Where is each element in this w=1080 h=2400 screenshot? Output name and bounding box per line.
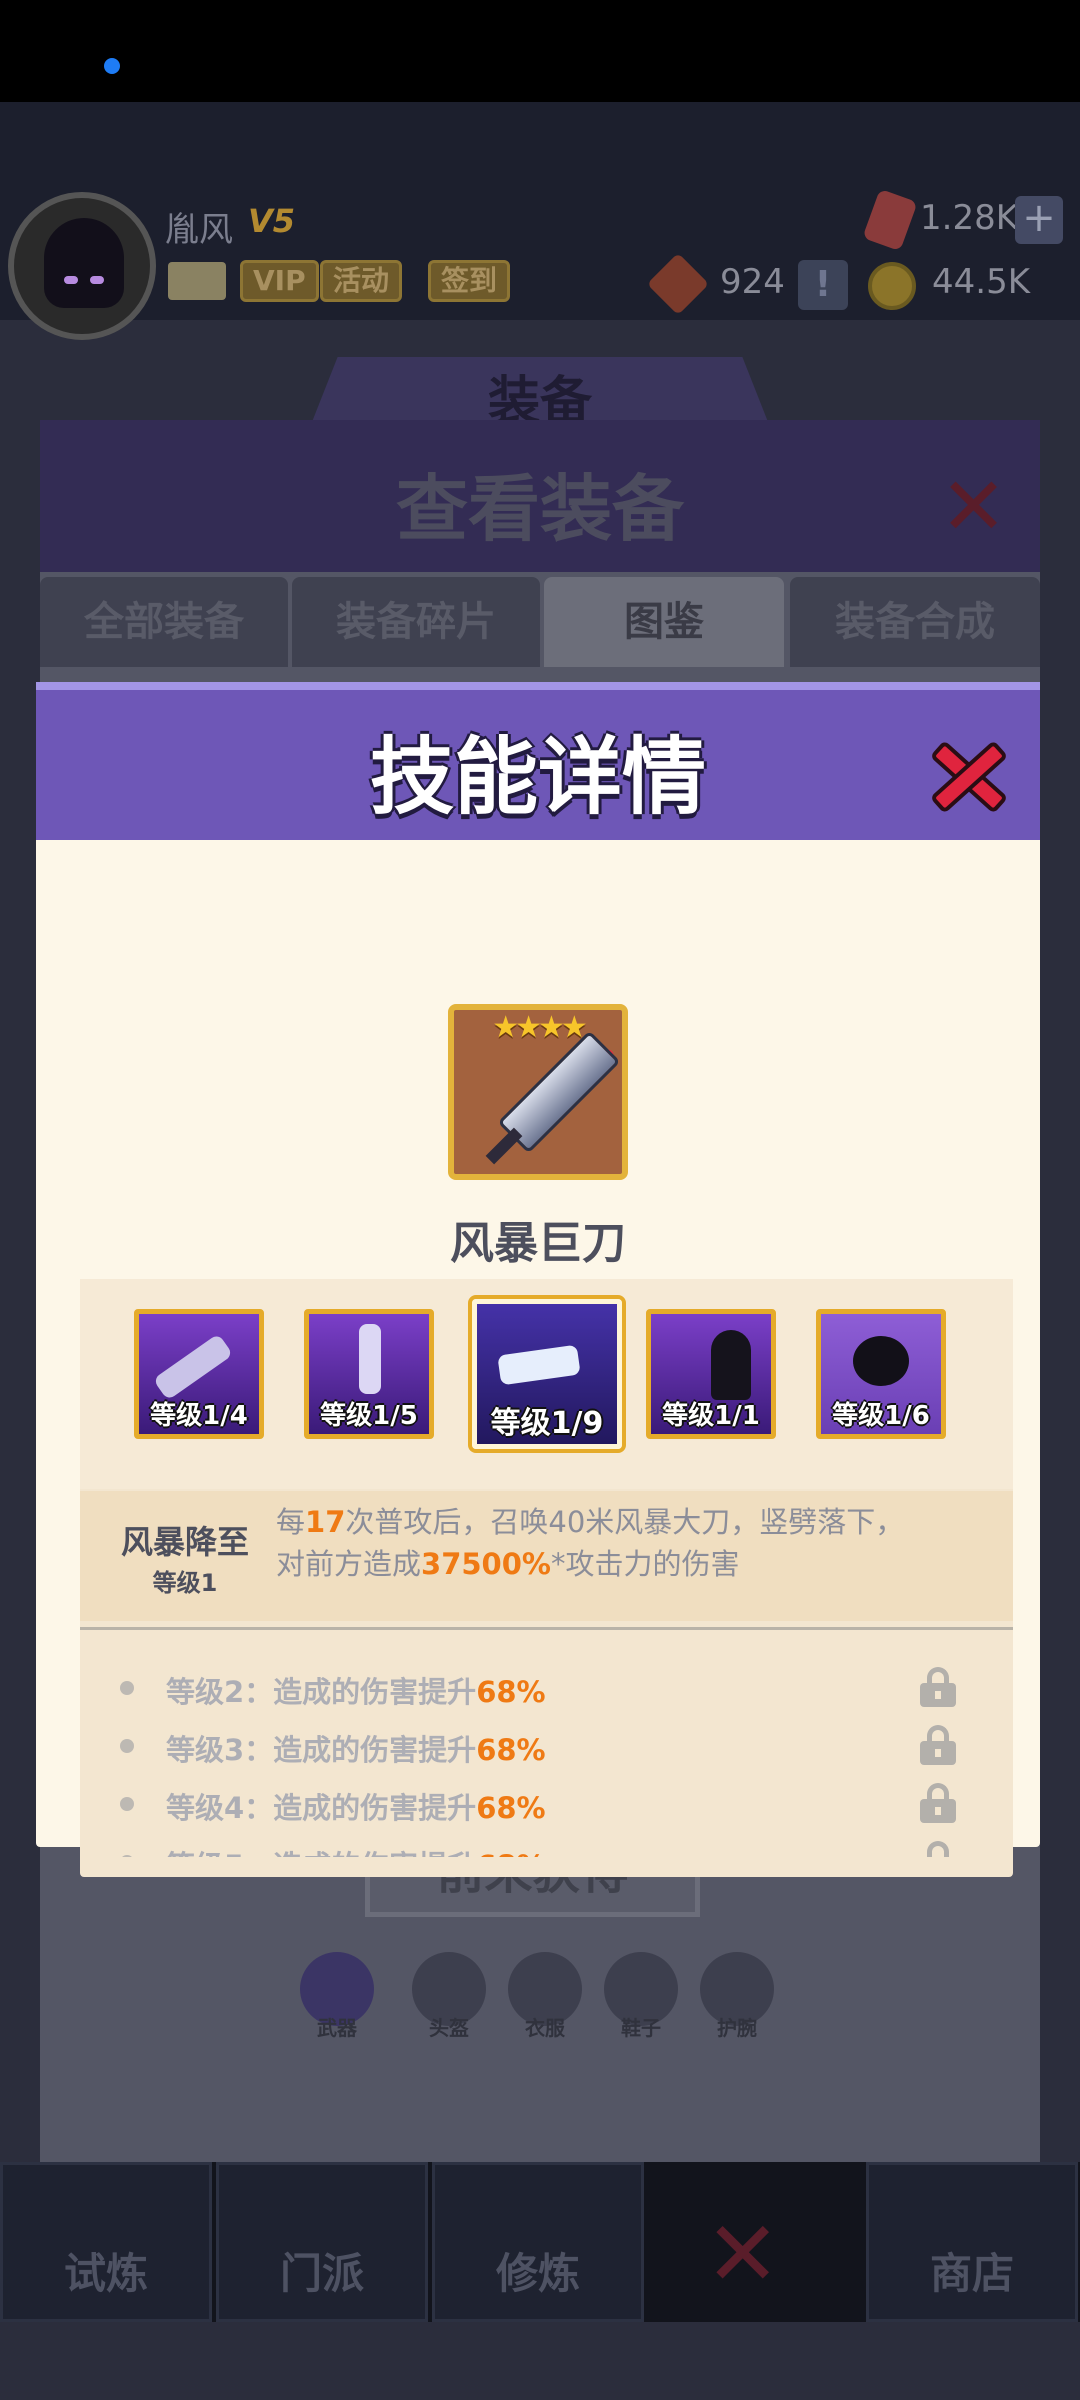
sword-skill-icon xyxy=(152,1333,234,1401)
vip-button[interactable]: VIP xyxy=(240,260,319,302)
event-button[interactable]: 活动 xyxy=(320,260,403,302)
mail-icon[interactable] xyxy=(168,262,226,300)
skill-desc-line-1: 每17次普攻后，召唤40米风暴大刀，竖劈落下， xyxy=(276,1505,905,1539)
skill-card[interactable]: 等级1/6 xyxy=(816,1309,946,1439)
skill-list: 等级1/4 等级1/5 等级1/9 等级1/1 等级1/6 xyxy=(80,1279,1013,1489)
skill-level-label: 等级1/5 xyxy=(320,1401,418,1431)
skill-panel: 等级1/4 等级1/5 等级1/9 等级1/1 等级1/6 风暴降至 等级1 每… xyxy=(80,1279,1013,1877)
nav-trial-label: 试炼 xyxy=(63,2249,148,2298)
vip-rank-badge: V5 xyxy=(248,202,296,240)
skill-card[interactable]: 等级1/1 xyxy=(646,1309,776,1439)
nav-cultivate[interactable]: 修炼 xyxy=(432,2162,644,2322)
bottom-nav: 试炼 门派 修炼 ✕ 商店 xyxy=(0,2162,1080,2322)
bullet-icon xyxy=(120,1797,134,1811)
skill-description: 风暴降至 等级1 每17次普攻后，召唤40米风暴大刀，竖劈落下， 对前方造成37… xyxy=(80,1491,1013,1621)
item-name: 风暴巨刀 xyxy=(450,1218,626,1269)
item-frame: ★★★★ ♥ xyxy=(448,1004,628,1180)
equipment-header: 装备 xyxy=(310,357,770,427)
nav-trial[interactable]: 试炼 xyxy=(0,2162,212,2322)
dialog-header: 技能详情 xyxy=(36,682,1040,840)
token-count: 924 xyxy=(720,262,785,302)
alert-button[interactable]: ! xyxy=(798,260,848,310)
upgrade-row: 等级4：造成的伤害提升68% xyxy=(80,1775,1013,1833)
storm-blade-skill-icon xyxy=(497,1344,581,1386)
coin-count: 44.5K xyxy=(932,262,1030,302)
add-gems-button[interactable]: + xyxy=(1015,196,1063,244)
skill-name: 风暴降至 xyxy=(120,1523,249,1561)
top-bar xyxy=(0,102,1080,320)
tab-equipment-synthesis[interactable]: 装备合成 xyxy=(790,577,1040,667)
equipment-titlebar: 查看装备 ✕ xyxy=(40,420,1040,572)
upgrade-row: 等级2：造成的伤害提升68% xyxy=(80,1659,1013,1717)
helmet-slot-label: 头盔 xyxy=(429,2016,469,2040)
weapon-slot-label: 武器 xyxy=(317,2016,357,2040)
lock-icon xyxy=(920,1841,956,1857)
shadow-blob-skill-icon xyxy=(853,1336,909,1386)
skill-card[interactable]: 等级1/5 xyxy=(304,1309,434,1439)
bracer-slot-label: 护腕 xyxy=(717,2016,757,2040)
rising-blade-skill-icon xyxy=(359,1324,381,1394)
gem-count: 1.28K xyxy=(920,198,1018,238)
coin-icon xyxy=(868,262,916,310)
bullet-icon xyxy=(120,1681,134,1695)
player-name: 胤风 xyxy=(165,210,233,250)
tab-codex[interactable]: 图鉴 xyxy=(544,577,784,667)
game-screen: 胤风 V5 VIP 活动 签到 1.28K + 924 ! 44.5K 装备 查… xyxy=(0,102,1080,2400)
checkin-button[interactable]: 签到 xyxy=(428,260,511,302)
shoes-slot-label: 鞋子 xyxy=(621,2016,661,2040)
bullet-icon xyxy=(120,1739,134,1753)
player-avatar[interactable] xyxy=(8,192,156,340)
skill-level-label: 等级1/9 xyxy=(490,1406,604,1441)
upgrade-row: 等级3：造成的伤害提升68% xyxy=(80,1717,1013,1775)
equipment-tabs: 全部装备 装备碎片 图鉴 装备合成 xyxy=(40,577,1040,667)
equipment-slots: 武器 头盔 衣服 鞋子 护腕 xyxy=(270,1952,870,2062)
ninja-avatar-icon xyxy=(44,218,124,308)
lock-icon xyxy=(920,1783,956,1823)
nav-cultivate-label: 修炼 xyxy=(495,2249,580,2298)
nav-sect-label: 门派 xyxy=(279,2249,364,2298)
status-bar xyxy=(0,0,1080,102)
equipment-close-icon[interactable]: ✕ xyxy=(940,460,1007,553)
upgrade-text: 等级2：造成的伤害提升68% xyxy=(166,1675,546,1709)
skill-card-selected[interactable]: 等级1/9 xyxy=(472,1299,622,1449)
upgrade-text: 等级4：造成的伤害提升68% xyxy=(166,1791,546,1825)
bullet-icon xyxy=(120,1855,134,1857)
notification-dot xyxy=(104,58,120,74)
skill-current-level: 等级1 xyxy=(152,1569,218,1597)
nav-shop[interactable]: 商店 xyxy=(866,2162,1078,2322)
lock-icon xyxy=(920,1667,956,1707)
upgrade-row: 等级5：造成的伤害提升68% xyxy=(80,1833,1013,1857)
skill-level-label: 等级1/1 xyxy=(662,1401,760,1431)
upgrade-text: 等级3：造成的伤害提升68% xyxy=(166,1733,546,1767)
skill-level-label: 等级1/4 xyxy=(150,1401,248,1431)
tab-all-equipment[interactable]: 全部装备 xyxy=(40,577,288,667)
skill-card[interactable]: 等级1/4 xyxy=(134,1309,264,1439)
skill-detail-dialog: 技能详情 ★★★★ ♥ 风暴巨刀 等级1/4 等级1/5 xyxy=(36,682,1040,1877)
clothes-slot-label: 衣服 xyxy=(525,2016,565,2040)
nav-close-icon[interactable]: ✕ xyxy=(705,2202,780,2307)
upgrade-list[interactable]: 等级2：造成的伤害提升68% 等级3：造成的伤害提升68% 等级4：造成的伤害提… xyxy=(80,1631,1013,1857)
close-button[interactable] xyxy=(922,730,1012,820)
dialog-title: 技能详情 xyxy=(369,728,706,826)
upgrade-text: 等级5：造成的伤害提升68% xyxy=(166,1843,546,1857)
divider xyxy=(80,1627,1013,1630)
nav-shop-label: 商店 xyxy=(929,2249,1014,2298)
skill-level-label: 等级1/6 xyxy=(832,1401,930,1431)
nav-sect[interactable]: 门派 xyxy=(216,2162,428,2322)
tab-equipment-fragments[interactable]: 装备碎片 xyxy=(292,577,540,667)
skill-desc-line-2: 对前方造成37500%*攻击力的伤害 xyxy=(276,1547,740,1581)
shadow-warrior-skill-icon xyxy=(711,1330,751,1400)
equipment-title: 查看装备 xyxy=(395,467,684,551)
lock-icon xyxy=(920,1725,956,1765)
